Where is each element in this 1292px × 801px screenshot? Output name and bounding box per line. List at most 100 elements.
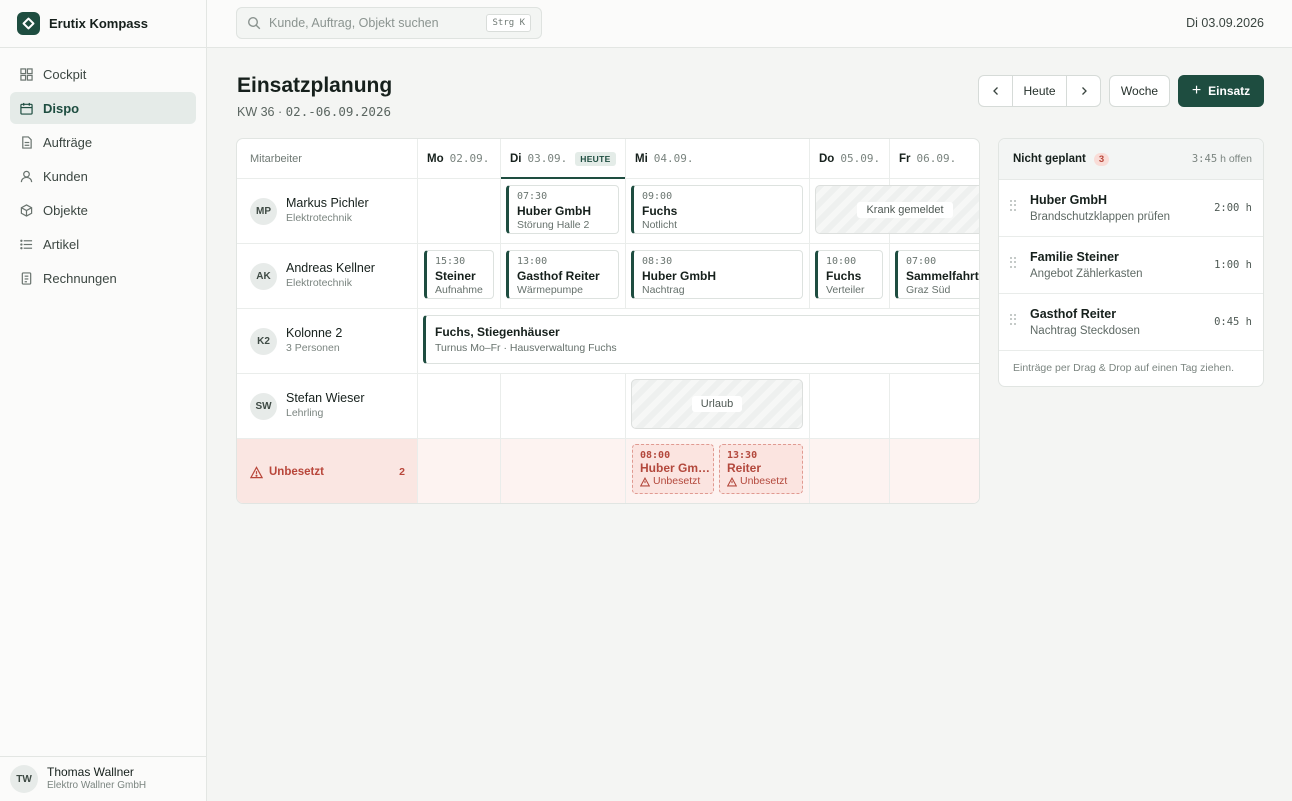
day-header-fr[interactable]: Fr 06.09. (890, 139, 979, 179)
day-cell[interactable] (418, 374, 501, 439)
logo-icon (17, 12, 40, 35)
job-card[interactable]: 07:30 Huber GmbH Störung Halle 2 (506, 185, 619, 234)
today-button[interactable]: Heute (1012, 76, 1067, 106)
unassigned-cell[interactable] (501, 439, 626, 503)
drag-handle-icon[interactable] (1010, 314, 1016, 325)
job-customer: Huber GmbH (640, 462, 713, 475)
open-hours-suffix: h offen (1220, 153, 1252, 165)
unplanned-title: Nicht geplant (1013, 153, 1086, 165)
sidebar-item-label: Cockpit (43, 66, 87, 82)
day-cell[interactable] (501, 374, 626, 439)
job-status: Unbesetzt (640, 475, 713, 488)
job-customer: Fuchs (642, 204, 678, 218)
unplanned-item[interactable]: Familie Steiner Angebot Zählerkasten 1:0… (999, 237, 1263, 294)
week-view-button[interactable]: Woche (1109, 75, 1170, 107)
drag-handle-icon[interactable] (1010, 200, 1016, 211)
prev-week-button[interactable] (979, 76, 1012, 106)
schedule-grid: Mitarbeiter Mo 02.09. Di 03.09. HEUTE Mi… (236, 138, 980, 504)
user-org: Elektro Wallner GmbH (47, 780, 147, 791)
page-title: Einsatzplanung (237, 74, 393, 97)
employee-column-header: Mitarbeiter (237, 139, 418, 179)
job-subject: Nachtrag (642, 284, 685, 296)
job-customer: Reiter (727, 462, 762, 475)
sick-leave-block[interactable]: Krank gemeldet (815, 185, 979, 234)
unplanned-count-badge: 3 (1093, 152, 1110, 166)
job-customer: Sammelfahrt (906, 269, 979, 283)
job-subject: Störung Halle 2 (517, 219, 590, 231)
employee-row-kolonne-2[interactable]: K2 Kolonne 2 3 Personen (237, 309, 418, 374)
week-navigation: Heute (978, 75, 1101, 107)
job-customer: Gasthof Reiter (517, 269, 600, 283)
search-box[interactable]: Strg K (236, 7, 542, 39)
unassigned-job-card[interactable]: 08:00 Huber GmbH Unbesetzt (632, 444, 714, 494)
today-badge: HEUTE (575, 151, 616, 166)
add-einsatz-label: Einsatz (1208, 84, 1251, 98)
unassigned-cell[interactable] (810, 439, 890, 503)
unplanned-duration: 0:45 h (1214, 316, 1252, 328)
avatar: TW (10, 765, 38, 793)
sidebar-item-kunden[interactable]: Kunden (10, 160, 196, 192)
unplanned-item[interactable]: Gasthof Reiter Nachtrag Steckdosen 0:45 … (999, 294, 1263, 351)
unassigned-count: 2 (399, 466, 405, 478)
search-shortcut: Strg K (486, 14, 531, 32)
sidebar-item-label: Artikel (43, 236, 80, 252)
next-week-button[interactable] (1067, 76, 1100, 106)
job-subject: Notlicht (642, 219, 678, 231)
warning-icon (640, 476, 650, 486)
user-name: Thomas Wallner (47, 765, 134, 779)
day-header-di[interactable]: Di 03.09. HEUTE (501, 139, 626, 179)
unassigned-cell[interactable] (890, 439, 979, 503)
job-card[interactable]: 08:30 Huber GmbH Nachtrag (631, 250, 803, 299)
sidebar-item-dispo[interactable]: Dispo (10, 92, 196, 124)
day-name: Fr (899, 152, 911, 165)
employee-row-markus-pichler[interactable]: MP Markus Pichler Elektrotechnik (237, 179, 418, 244)
sidebar-nav: Cockpit Dispo Aufträge Kunden Objekte Ar… (0, 48, 206, 306)
job-time: 15:30 (435, 256, 466, 267)
current-date: Di 03.09.2026 (1186, 16, 1264, 30)
sidebar-item-label: Kunden (43, 168, 88, 184)
drag-handle-icon[interactable] (1010, 257, 1016, 268)
day-date: 06.09. (916, 152, 957, 165)
job-time: 07:00 (906, 256, 937, 267)
employee-role: 3 Personen (286, 342, 340, 354)
brand[interactable]: Erutix Kompass (0, 0, 206, 48)
calendar-icon (20, 102, 33, 115)
job-card[interactable]: 10:00 Fuchs Verteiler (815, 250, 883, 299)
employee-row-andreas-kellner[interactable]: AK Andreas Kellner Elektrotechnik (237, 244, 418, 309)
job-time: 08:00 (640, 450, 671, 461)
series-subtitle: Turnus Mo–Fr · Hausverwaltung Fuchs (435, 342, 617, 354)
unplanned-panel-header: Nicht geplant 3 3:45 h offen (999, 139, 1263, 180)
sidebar-item-artikel[interactable]: Artikel (10, 228, 196, 260)
job-card[interactable]: 13:00 Gasthof Reiter Wärmepumpe (506, 250, 619, 299)
user-profile[interactable]: TW Thomas Wallner Elektro Wallner GmbH (0, 756, 207, 801)
recurring-job-card[interactable]: Fuchs, Stiegenhäuser Turnus Mo–Fr · Haus… (423, 315, 979, 364)
sidebar-item-label: Dispo (43, 100, 80, 116)
unplanned-duration: 1:00 h (1214, 259, 1252, 271)
search-input[interactable] (269, 16, 469, 30)
avatar: K2 (250, 327, 277, 355)
unassigned-job-card[interactable]: 13:30 Reiter Unbesetzt (719, 444, 803, 494)
job-time: 08:30 (642, 256, 673, 267)
day-header-mo[interactable]: Mo 02.09. (418, 139, 501, 179)
job-card[interactable]: 07:00 Sammelfahrt Graz Süd (895, 250, 979, 299)
job-card[interactable]: 09:00 Fuchs Notlicht (631, 185, 803, 234)
warning-icon (250, 465, 263, 478)
sidebar-item-cockpit[interactable]: Cockpit (10, 58, 196, 90)
vacation-block[interactable]: Urlaub (631, 379, 803, 429)
day-header-mi[interactable]: Mi 04.09. (626, 139, 810, 179)
sidebar-item-auftraege[interactable]: Aufträge (10, 126, 196, 158)
day-cell[interactable] (810, 374, 890, 439)
drag-drop-hint: Einträge per Drag & Drop auf einen Tag z… (1013, 362, 1235, 374)
day-cell[interactable] (890, 374, 979, 439)
list-icon (20, 238, 33, 251)
unassigned-cell[interactable] (418, 439, 501, 503)
sidebar-item-rechnungen[interactable]: Rechnungen (10, 262, 196, 294)
job-card[interactable]: 15:30 Steiner Aufnahme (424, 250, 494, 299)
sidebar-item-objekte[interactable]: Objekte (10, 194, 196, 226)
day-cell[interactable] (418, 179, 501, 244)
unplanned-item[interactable]: Huber GmbH Brandschutzklappen prüfen 2:0… (999, 180, 1263, 237)
grid-icon (20, 67, 33, 81)
employee-row-stefan-wieser[interactable]: SW Stefan Wieser Lehrling (237, 374, 418, 439)
add-einsatz-button[interactable]: + Einsatz (1178, 75, 1264, 107)
day-header-do[interactable]: Do 05.09. (810, 139, 890, 179)
